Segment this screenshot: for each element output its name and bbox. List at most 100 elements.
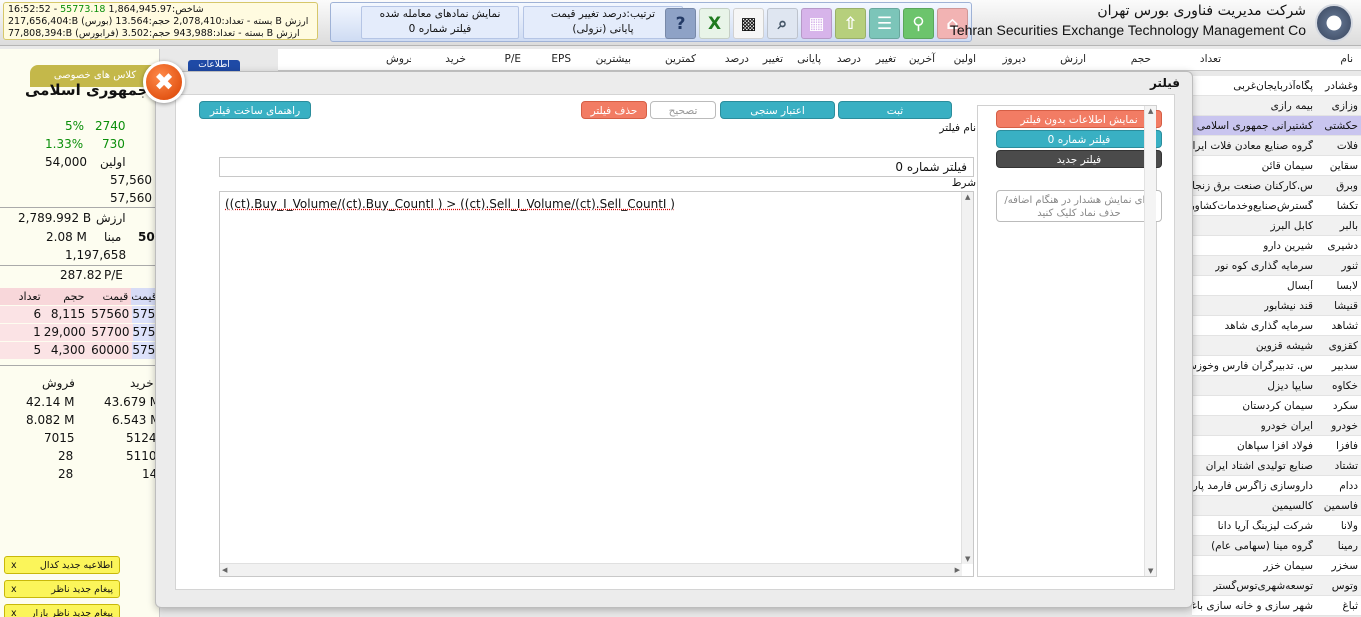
symbol-name: شیرین دارو bbox=[1263, 240, 1313, 252]
scroll-up-icon[interactable]: ▲ bbox=[965, 193, 970, 201]
save-button[interactable]: ثبت bbox=[838, 101, 952, 119]
new-filter-button[interactable]: فیلتر جدید bbox=[996, 150, 1162, 168]
help-icon[interactable]: ? bbox=[665, 8, 696, 39]
table-row[interactable]: شرکت لیزینگ آریا دانا ولانا bbox=[1192, 516, 1361, 536]
table-row[interactable]: سرمایه گذاری کوه نور ثنور bbox=[1192, 256, 1361, 276]
symbol-code: تشتاد bbox=[1334, 460, 1358, 472]
table-row[interactable]: بیمه رازی وزازی bbox=[1192, 96, 1361, 116]
vertical-scrollbar[interactable]: ▲ ▼ bbox=[961, 192, 973, 564]
table-row[interactable]: کابل البرز بالبر bbox=[1192, 216, 1361, 236]
filter-name-input[interactable] bbox=[219, 157, 974, 177]
table-row[interactable]: کالسیمین فاسمین bbox=[1192, 496, 1361, 516]
table-row[interactable]: سیمان قائن سقاین bbox=[1192, 156, 1361, 176]
value-label: ارزش bbox=[96, 211, 126, 225]
value-amount: 2,789.992 B bbox=[18, 211, 92, 225]
buy-val: 5110 bbox=[126, 449, 157, 463]
col-eps[interactable]: EPS bbox=[551, 53, 571, 65]
col-volume[interactable]: حجم bbox=[1131, 53, 1151, 65]
sell-val: 8.082 M bbox=[26, 413, 75, 427]
notice-market-supervisor[interactable]: پیغام جدید ناظر بازار x bbox=[4, 604, 120, 617]
col-count[interactable]: تعداد bbox=[1200, 53, 1221, 65]
filter-0-button[interactable]: فیلتر شماره 0 bbox=[996, 130, 1162, 148]
alert-toggle[interactable]: برای نمایش هشدار در هنگام اضافه/حذف نماد… bbox=[996, 190, 1162, 222]
table-row[interactable]: سیمان خزر سخزر bbox=[1192, 556, 1361, 576]
vertical-scrollbar[interactable]: ▲ ▼ bbox=[1144, 106, 1156, 576]
divider bbox=[0, 265, 160, 266]
show-unfiltered-button[interactable]: نمایش اطلاعات بدون فیلتر bbox=[996, 110, 1162, 128]
close-icon[interactable]: ✖ bbox=[143, 61, 185, 103]
table-row[interactable]: داروسازی زاگرس فارمد پارس ددام bbox=[1192, 476, 1361, 496]
col-first[interactable]: اولین bbox=[954, 53, 976, 65]
col-pe[interactable]: P/E bbox=[504, 53, 521, 65]
col-buy[interactable]: خرید bbox=[445, 53, 466, 65]
table-row[interactable]: ایران خودرو خودرو bbox=[1192, 416, 1361, 436]
filter-guide-button[interactable]: راهنمای ساخت فیلتر bbox=[199, 101, 311, 119]
display-info[interactable]: نمایش نمادهای معامله شده فیلتر شماره 0 bbox=[361, 6, 519, 39]
col-max[interactable]: بیشترین bbox=[596, 53, 631, 65]
close-icon[interactable]: x bbox=[11, 608, 17, 617]
symbol-name: آبسال bbox=[1286, 280, 1313, 292]
notice-supervisor[interactable]: پیغام جدید ناظر x bbox=[4, 580, 120, 598]
scroll-up-icon[interactable]: ▲ bbox=[1148, 107, 1153, 115]
col-value[interactable]: ارزش bbox=[1060, 53, 1086, 65]
symbol-name: شرکت لیزینگ آریا دانا bbox=[1217, 520, 1313, 532]
divider bbox=[0, 207, 160, 208]
col-sell[interactable]: فروش bbox=[386, 53, 411, 65]
fix-button[interactable]: تصحیح bbox=[650, 101, 716, 119]
symbol-code: سدبیر bbox=[1331, 360, 1358, 372]
table-row[interactable]: شیشه قزوین کقزوی bbox=[1192, 336, 1361, 356]
table-row[interactable]: گسترش‌صنایع‌وخدمات‌کشاورزی تکشا bbox=[1192, 196, 1361, 216]
excel-icon[interactable]: X bbox=[699, 8, 730, 39]
table-row[interactable]: شیرین دارو دشیری bbox=[1192, 236, 1361, 256]
up-arrow-icon[interactable]: ⇧ bbox=[835, 8, 866, 39]
list-icon[interactable]: ☰ bbox=[869, 8, 900, 39]
col-percent2[interactable]: درصد bbox=[725, 53, 749, 65]
symbol-name: سایپا دیزل bbox=[1267, 380, 1313, 392]
col-yesterday[interactable]: دیروز bbox=[1002, 53, 1026, 65]
symbol-code: وغشادر bbox=[1325, 80, 1358, 92]
table-row[interactable]: س. تدبیرگران فارس وخوزستان سدبیر bbox=[1192, 356, 1361, 376]
sort-info[interactable]: ترتیب:درصد تغییر قیمت پایانی (نزولی) bbox=[523, 6, 683, 39]
close-icon[interactable]: x bbox=[11, 584, 17, 595]
table-row[interactable]: شهر سازی و خانه سازی باغمیشه ثباغ bbox=[1192, 596, 1361, 616]
sell-val: 7015 bbox=[44, 431, 75, 445]
col-change2[interactable]: تغییر bbox=[763, 53, 783, 65]
symbol-code: دشیری bbox=[1327, 240, 1358, 252]
table-row[interactable]: گروه مینا (سهامی عام) رمینا bbox=[1192, 536, 1361, 556]
table-row[interactable]: گروه صنایع معادن فلات ایران فلات bbox=[1192, 136, 1361, 156]
scroll-right-icon[interactable]: ▶ bbox=[955, 566, 960, 574]
condition-editor[interactable]: ((ct).Buy_I_Volume/(ct).Buy_CountI ) > (… bbox=[219, 191, 974, 577]
table-row[interactable]: کشتیرانی جمهوری اسلامی حکشتی bbox=[1192, 116, 1361, 136]
col-last[interactable]: آخرین bbox=[909, 53, 935, 65]
table-row[interactable]: فولاد افزا سپاهان فافزا bbox=[1192, 436, 1361, 456]
preview-icon[interactable]: ⌕ bbox=[767, 8, 798, 39]
col-change[interactable]: تغییر bbox=[876, 53, 896, 65]
table-row[interactable]: سایپا دیزل خکاوه bbox=[1192, 376, 1361, 396]
horizontal-scrollbar[interactable]: ◀ ▶ bbox=[220, 563, 962, 576]
table-row[interactable]: سرمایه گذاری شاهد ثشاهد bbox=[1192, 316, 1361, 336]
search-icon[interactable]: ⚲ bbox=[903, 8, 934, 39]
col-name[interactable]: نام bbox=[1340, 53, 1353, 65]
close-icon[interactable]: x bbox=[11, 560, 17, 571]
scroll-left-icon[interactable]: ◀ bbox=[222, 566, 227, 574]
table-row[interactable]: صنایع تولیدی اشتاد ایران تشتاد bbox=[1192, 456, 1361, 476]
symbol-name: س. تدبیرگران فارس وخوزستان bbox=[1193, 360, 1313, 372]
table-row[interactable]: سیمان کردستان سکرد bbox=[1192, 396, 1361, 416]
scroll-down-icon[interactable]: ▼ bbox=[965, 555, 970, 563]
col-closing[interactable]: پایانی bbox=[797, 53, 821, 65]
table-row[interactable]: پگاه‌آذربایجان‌غربی وغشادر bbox=[1192, 76, 1361, 96]
notice-codal[interactable]: اطلاعیه جدید کدال x bbox=[4, 556, 120, 574]
symbol-code: ثنور bbox=[1341, 260, 1358, 272]
grid-icon[interactable]: ▩ bbox=[733, 8, 764, 39]
calendar-icon[interactable]: ▦ bbox=[801, 8, 832, 39]
table-row[interactable]: س.کارکنان صنعت برق زنجان وبرق bbox=[1192, 176, 1361, 196]
col-min[interactable]: کمترین bbox=[665, 53, 696, 65]
ticker-time: 16:52:52 bbox=[8, 4, 51, 15]
table-row[interactable]: توسعه‌شهری‌توس‌گستر وتوس bbox=[1192, 576, 1361, 596]
table-row[interactable]: قند نیشابور قنیشا bbox=[1192, 296, 1361, 316]
col-percent[interactable]: درصد bbox=[837, 53, 861, 65]
delete-filter-button[interactable]: حذف فیلتر bbox=[581, 101, 647, 119]
scroll-down-icon[interactable]: ▼ bbox=[1148, 567, 1153, 575]
validate-button[interactable]: اعتبار سنجی bbox=[720, 101, 835, 119]
table-row[interactable]: آبسال لابسا bbox=[1192, 276, 1361, 296]
